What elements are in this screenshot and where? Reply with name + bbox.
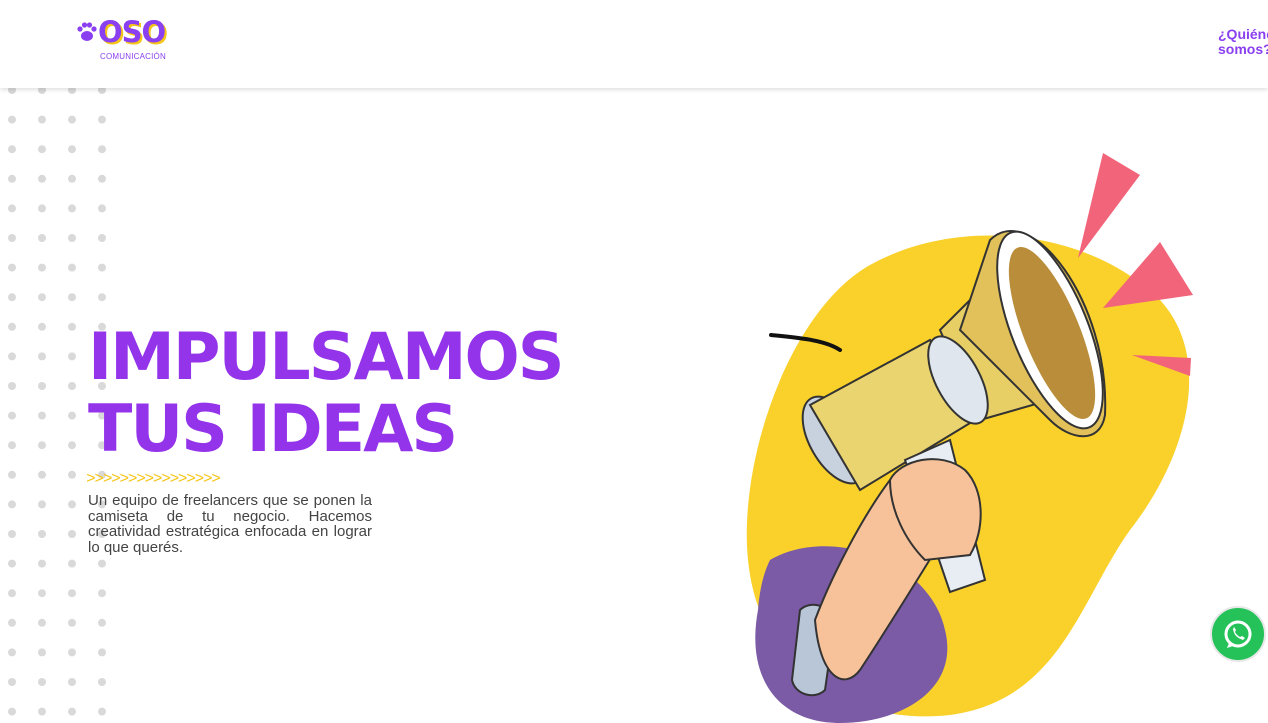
grid-dot <box>68 648 76 657</box>
site-header: OSO COMUNICACIÓN ¿Quiénes somos? <box>0 0 1268 88</box>
grid-dot <box>8 204 16 213</box>
grid-dot <box>98 145 106 154</box>
grid-dot <box>8 322 16 331</box>
grid-dot <box>98 648 106 657</box>
grid-dot <box>68 589 76 598</box>
grid-dot <box>8 382 16 390</box>
grid-dot <box>98 174 106 183</box>
grid-dot <box>8 530 16 538</box>
grid-dot <box>38 530 46 538</box>
grid-dot <box>38 352 46 361</box>
grid-dot <box>38 322 46 331</box>
grid-dot <box>68 411 76 420</box>
grid-dot <box>8 145 16 154</box>
grid-dot <box>68 707 76 716</box>
grid-dot <box>8 263 16 272</box>
grid-dot <box>8 115 16 124</box>
grid-dot <box>38 234 46 242</box>
pink-spark-1 <box>1078 153 1140 258</box>
grid-dot <box>8 648 16 657</box>
grid-dot <box>8 174 16 183</box>
grid-dot <box>98 293 106 302</box>
grid-dot <box>68 234 76 242</box>
grid-dot <box>68 174 76 183</box>
logo-text: OSO <box>98 15 166 49</box>
grid-dot <box>98 115 106 124</box>
grid-dot <box>98 234 106 242</box>
grid-dot <box>8 707 16 716</box>
grid-dot <box>38 470 46 479</box>
grid-dot <box>8 441 16 450</box>
grid-dot <box>68 678 76 686</box>
grid-dot <box>38 500 46 509</box>
nav-link-quienes-somos[interactable]: ¿Quiénes somos? <box>1218 27 1268 57</box>
grid-dot <box>68 470 76 479</box>
grid-dot <box>98 204 106 213</box>
logo[interactable]: OSO COMUNICACIÓN <box>76 15 186 64</box>
headline-line-1: IMPULSAMOS <box>88 320 565 395</box>
hero-description: Un equipo de freelancers que se ponen la… <box>88 492 372 556</box>
grid-dot <box>68 441 76 450</box>
paw-icon <box>77 22 97 41</box>
grid-dot <box>38 145 46 154</box>
grid-dot <box>68 530 76 538</box>
megaphone-illustration <box>746 153 1193 723</box>
hero-headline: IMPULSAMOS TUS IDEAS <box>88 320 565 467</box>
grid-dot <box>68 204 76 213</box>
grid-dot <box>38 559 46 568</box>
grid-dot <box>68 263 76 272</box>
grid-dot <box>38 618 46 627</box>
grid-dot <box>38 678 46 686</box>
grid-dot <box>8 678 16 686</box>
logo-subtitle: COMUNICACIÓN <box>100 52 166 61</box>
grid-dot <box>38 263 46 272</box>
grid-dot <box>38 293 46 302</box>
grid-dot <box>98 618 106 627</box>
grid-dot <box>68 500 76 509</box>
grid-dot <box>38 204 46 213</box>
grid-dot <box>8 411 16 420</box>
grid-dot <box>8 618 16 627</box>
grid-dot <box>68 293 76 302</box>
grid-dot <box>98 707 106 716</box>
grid-dot <box>98 678 106 686</box>
grid-dot <box>68 145 76 154</box>
grid-dot <box>68 559 76 568</box>
grid-dot <box>8 293 16 302</box>
grid-dot <box>38 174 46 183</box>
grid-dot <box>68 115 76 124</box>
grid-dot <box>8 589 16 598</box>
grid-dot <box>38 589 46 598</box>
grid-dot <box>8 500 16 509</box>
grid-dot <box>38 411 46 420</box>
grid-dot <box>98 589 106 598</box>
grid-dot <box>98 559 106 568</box>
grid-dot <box>8 559 16 568</box>
grid-dot <box>38 382 46 390</box>
grid-dot <box>8 470 16 479</box>
grid-dot <box>8 234 16 242</box>
headline-line-2: TUS IDEAS <box>88 392 458 467</box>
grid-dot <box>38 707 46 716</box>
grid-dot <box>38 648 46 657</box>
whatsapp-icon <box>1224 620 1252 648</box>
whatsapp-button[interactable] <box>1210 606 1266 662</box>
grid-dot <box>68 382 76 390</box>
grid-dot <box>38 441 46 450</box>
grid-dot <box>38 115 46 124</box>
grid-dot <box>68 618 76 627</box>
grid-dot <box>98 263 106 272</box>
grid-dot <box>8 352 16 361</box>
arrow-divider: >>>>>>>>>>>>>>>> <box>86 470 220 487</box>
grid-dot <box>68 322 76 331</box>
grid-dot <box>68 352 76 361</box>
